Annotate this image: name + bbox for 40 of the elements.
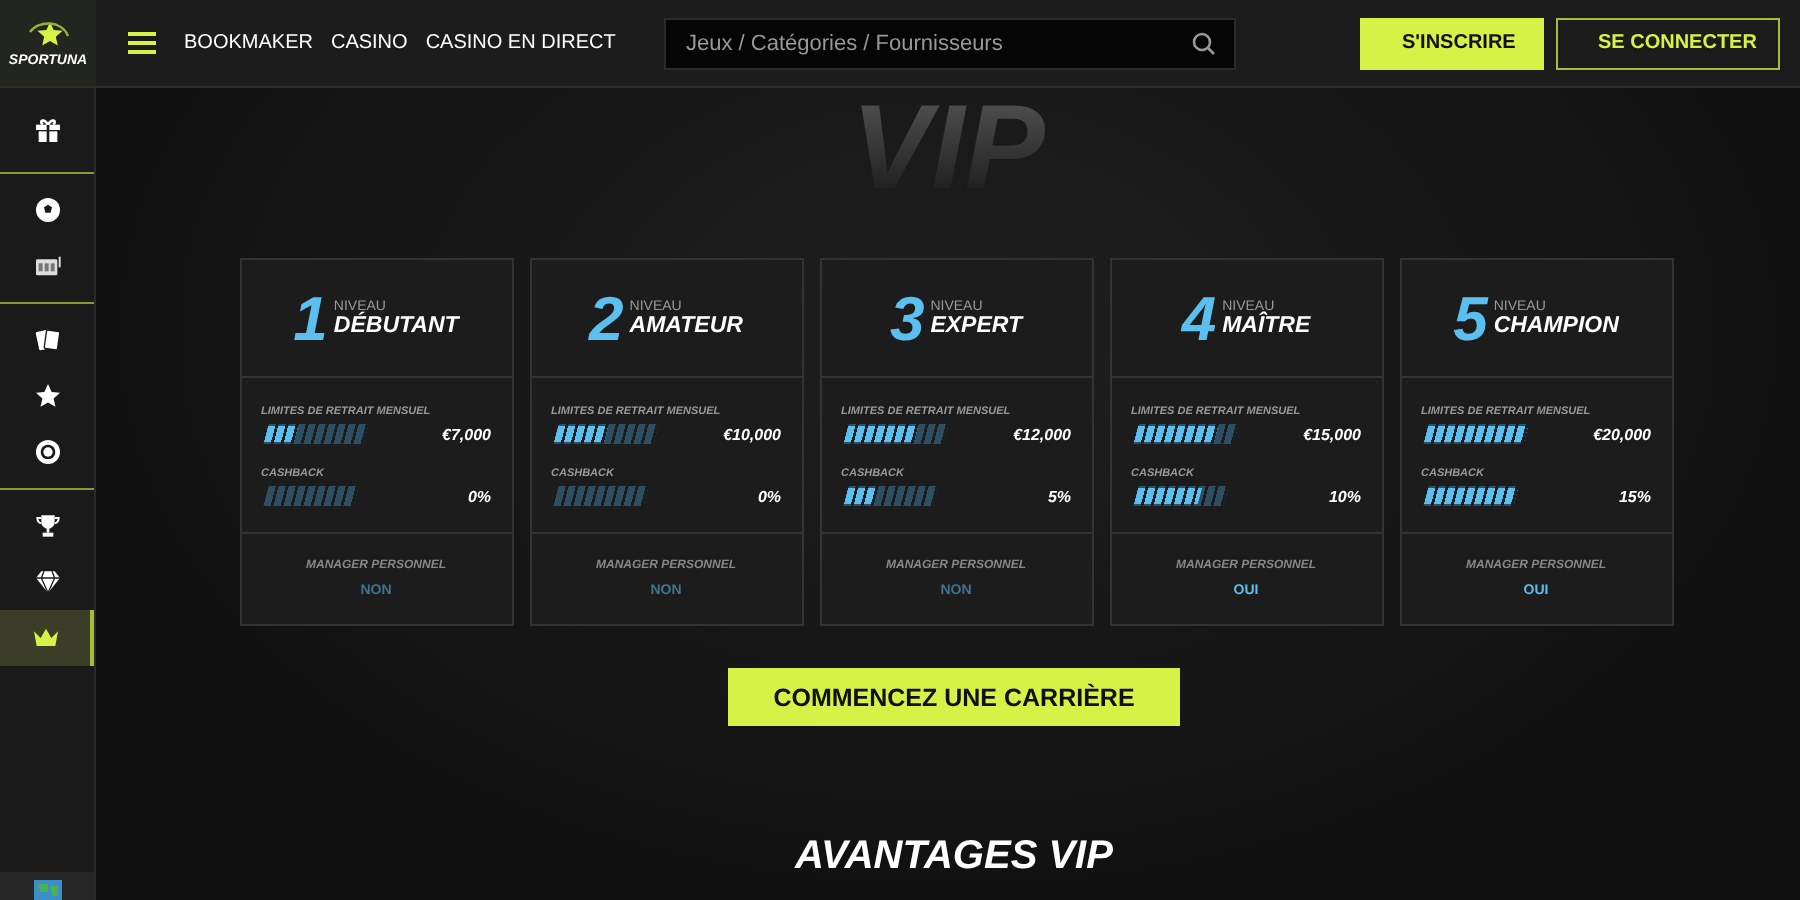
- nav-link[interactable]: BOOKMAKER: [184, 32, 313, 54]
- meter-reading: 10%: [1328, 487, 1361, 505]
- meter-reading: €20,000: [1593, 425, 1651, 443]
- star-icon: [31, 380, 63, 412]
- level-number: 4: [1181, 287, 1217, 349]
- meter-reading: €7,000: [442, 425, 491, 443]
- level-name: AMATEUR: [629, 313, 743, 337]
- meter-reading: 15%: [1618, 487, 1651, 505]
- diamond-icon: [31, 566, 63, 598]
- soccer-ball-icon: [31, 194, 63, 226]
- meter-reading: 5%: [1047, 487, 1071, 505]
- logo-star-icon: [24, 19, 72, 51]
- globe-flag-icon[interactable]: [33, 880, 61, 900]
- login-button[interactable]: SE CONNECTER: [1556, 17, 1780, 69]
- section-title: AVANTAGES VIP: [795, 834, 1113, 880]
- level-name: CHAMPION: [1493, 313, 1619, 337]
- sidebar-item[interactable]: [0, 610, 94, 666]
- gift-icon: [31, 114, 63, 146]
- meter-reading: 0%: [757, 487, 781, 505]
- meter-reading: €10,000: [723, 425, 781, 443]
- level-number: 3: [889, 287, 925, 349]
- search-field[interactable]: Jeux / Catégories / Fournisseurs: [664, 17, 1236, 69]
- start-career-button[interactable]: COMMENCEZ UNE CARRIÈRE: [728, 668, 1180, 726]
- trophy-icon: [31, 510, 63, 542]
- playing-cards-icon: [31, 324, 63, 356]
- level-name: DÉBUTANT: [333, 313, 459, 337]
- level-number: 2: [589, 287, 624, 349]
- meter-reading: €15,000: [1303, 425, 1361, 443]
- casino-chip-icon: [31, 436, 63, 468]
- nav-link[interactable]: CASINO EN DIRECT: [425, 32, 616, 54]
- meter-reading: €12,000: [1013, 425, 1071, 443]
- search-icon[interactable]: [1192, 31, 1216, 55]
- level-number: 1: [293, 287, 328, 349]
- signup-button[interactable]: S'INSCRIRE: [1360, 17, 1544, 69]
- menu-icon[interactable]: [128, 32, 156, 54]
- level-number: 5: [1453, 287, 1488, 349]
- nav-link[interactable]: CASINO: [330, 32, 408, 54]
- level-name: EXPERT: [930, 313, 1023, 337]
- meter-reading: 0%: [467, 487, 491, 505]
- level-name: MAÎTRE: [1222, 313, 1311, 337]
